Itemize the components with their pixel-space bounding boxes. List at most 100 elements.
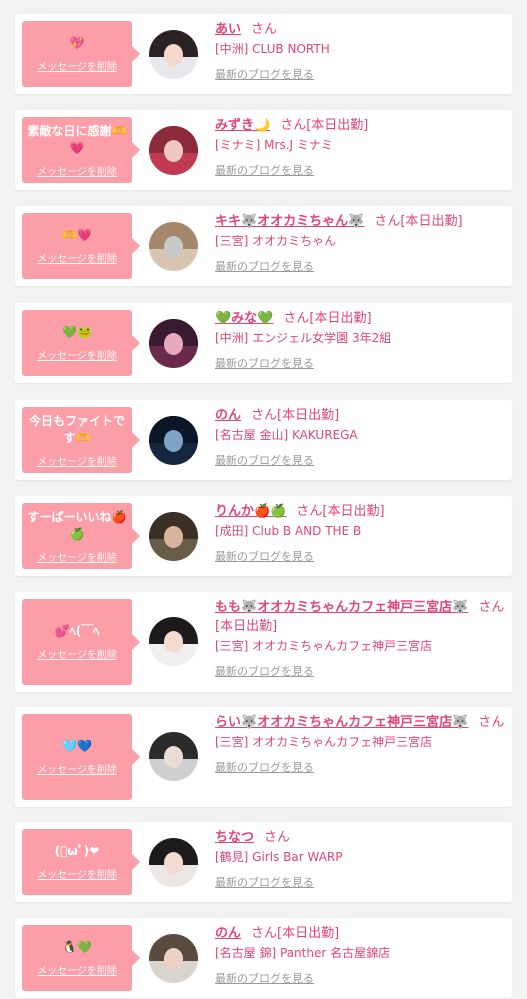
message-card: (ﾟωﾟ)❤ メッセージを削除 ちなつ さん [鶴見] Girls Bar WAR… [15, 822, 512, 902]
cast-name-link[interactable]: ちなつ [215, 830, 254, 845]
name-line: りんか🍎🍏 さん[本日出勤] [215, 502, 506, 521]
status-badge: [本日出勤] [322, 504, 385, 519]
avatar[interactable] [149, 617, 198, 666]
message-text: (ﾟωﾟ)❤ [54, 844, 100, 858]
shop-name: [名古屋 錦] Panther 名古屋錦店 [215, 946, 391, 960]
delete-message-button[interactable]: メッセージを削除 [37, 761, 117, 776]
message-bubble: (ﾟωﾟ)❤ メッセージを削除 [22, 829, 140, 895]
avatar[interactable] [149, 30, 198, 79]
message-text: 💕ﾍ(￣ﾍ [54, 624, 100, 638]
shop-name: [中洲] エンジェル女学園 3年2組 [215, 331, 392, 345]
latest-blog-link[interactable]: 最新のブログを見る [215, 258, 506, 274]
shop-name: [鶴見] Girls Bar WARP [215, 850, 343, 864]
latest-blog-link[interactable]: 最新のブログを見る [215, 874, 506, 890]
delete-message-button[interactable]: メッセージを削除 [37, 163, 117, 178]
latest-blog-link[interactable]: 最新のブログを見る [215, 66, 506, 82]
honorific: さん [251, 926, 278, 941]
name-line: 💚みな💚 さん[本日出勤] [215, 309, 506, 328]
cast-name-link[interactable]: キキ🐺オオカミちゃん🐺 [215, 214, 364, 229]
shop-name: [名古屋 金山] KAKUREGA [215, 428, 358, 442]
delete-message-button[interactable]: メッセージを削除 [37, 962, 117, 977]
message-text: 💚🐸 [62, 325, 92, 339]
avatar[interactable] [149, 512, 198, 561]
avatar[interactable] [149, 838, 198, 887]
avatar[interactable] [149, 416, 198, 465]
honorific: さん [280, 118, 307, 133]
shop-name: [中洲] CLUB NORTH [215, 42, 330, 56]
honorific: さん [296, 504, 323, 519]
delete-message-button[interactable]: メッセージを削除 [37, 453, 117, 468]
cast-name-link[interactable]: らい🐺オオカミちゃんカフェ神戸三宮店🐺 [215, 715, 468, 730]
avatar[interactable] [149, 732, 198, 781]
message-card: すーぱーいいね🍎🍏 メッセージを削除 りんか🍎🍏 さん[本日出勤] [成田] Cl… [15, 496, 512, 576]
message-text: 素敵な日に感謝🫶💗 [27, 123, 127, 155]
honorific: さん [251, 408, 278, 423]
latest-blog-link[interactable]: 最新のブログを見る [215, 452, 506, 468]
status-badge: [本日出勤] [306, 118, 369, 133]
name-line: キキ🐺オオカミちゃん🐺 さん[本日出勤] [215, 212, 506, 231]
name-line: みずき🌙 さん[本日出勤] [215, 116, 506, 135]
delete-message-button[interactable]: メッセージを削除 [37, 866, 117, 881]
message-bubble: 💕ﾍ(￣ﾍ メッセージを削除 [22, 599, 140, 685]
cast-name-link[interactable]: もも🐺オオカミちゃんカフェ神戸三宮店🐺 [215, 600, 468, 615]
message-text: すーぱーいいね🍎🍏 [27, 509, 127, 541]
avatar[interactable] [149, 222, 198, 271]
message-bubble: 💖 メッセージを削除 [22, 21, 140, 87]
latest-blog-link[interactable]: 最新のブログを見る [215, 162, 506, 178]
message-text: 🐧💚 [62, 940, 92, 954]
cast-name-link[interactable]: のん [215, 926, 241, 941]
message-bubble: 今日もファイトです🫶 メッセージを削除 [22, 407, 140, 473]
message-bubble: 🩵💙 メッセージを削除 [22, 714, 140, 800]
latest-blog-link[interactable]: 最新のブログを見る [215, 970, 506, 986]
avatar[interactable] [149, 319, 198, 368]
delete-message-button[interactable]: メッセージを削除 [37, 250, 117, 265]
cast-name-link[interactable]: 💚みな💚 [215, 311, 273, 326]
message-card: 💖 メッセージを削除 あい さん [中洲] CLUB NORTH 最新のブログを見… [15, 14, 512, 94]
message-bubble: 💚🐸 メッセージを削除 [22, 310, 140, 376]
honorific: さん [264, 830, 291, 845]
honorific: さん [478, 600, 505, 615]
honorific: さん [251, 22, 278, 37]
message-bubble: 🐧💚 メッセージを削除 [22, 925, 140, 991]
message-text: 🫶💗 [62, 228, 92, 242]
delete-message-button[interactable]: メッセージを削除 [37, 549, 117, 564]
name-line: あい さん [215, 20, 506, 39]
message-card: 💕ﾍ(￣ﾍ メッセージを削除 もも🐺オオカミちゃんカフェ神戸三宮店🐺 さん [本日出… [15, 592, 512, 692]
latest-blog-link[interactable]: 最新のブログを見る [215, 548, 506, 564]
message-card: 🫶💗 メッセージを削除 キキ🐺オオカミちゃん🐺 さん[本日出勤] [三宮] オオカ… [15, 206, 512, 286]
name-line: らい🐺オオカミちゃんカフェ神戸三宮店🐺 さん [215, 713, 506, 732]
honorific: さん [374, 214, 401, 229]
delete-message-button[interactable]: メッセージを削除 [37, 347, 117, 362]
name-line: のん さん[本日出勤] [215, 924, 506, 943]
message-bubble: 🫶💗 メッセージを削除 [22, 213, 140, 279]
avatar[interactable] [149, 934, 198, 983]
message-card: 🩵💙 メッセージを削除 らい🐺オオカミちゃんカフェ神戸三宮店🐺 さん [三宮] オ… [15, 707, 512, 807]
message-card: 素敵な日に感謝🫶💗 メッセージを削除 みずき🌙 さん[本日出勤] [ミナミ] Mr… [15, 110, 512, 190]
latest-blog-link[interactable]: 最新のブログを見る [215, 759, 506, 775]
status-badge: [本日出勤] [277, 408, 340, 423]
delete-message-button[interactable]: メッセージを削除 [37, 646, 117, 661]
latest-blog-link[interactable]: 最新のブログを見る [215, 663, 506, 679]
cast-name-link[interactable]: りんか🍎🍏 [215, 504, 286, 519]
message-card: 🐧💚 メッセージを削除 のん さん[本日出勤] [名古屋 錦] Panther 名… [15, 918, 512, 998]
name-line: ちなつ さん [215, 828, 506, 847]
latest-blog-link[interactable]: 最新のブログを見る [215, 355, 506, 371]
shop-name: [三宮] オオカミちゃん [215, 234, 337, 248]
message-text: 今日もファイトです🫶 [28, 413, 125, 445]
shop-name: [三宮] オオカミちゃんカフェ神戸三宮店 [215, 735, 433, 749]
avatar[interactable] [149, 126, 198, 175]
cast-name-link[interactable]: のん [215, 408, 241, 423]
message-card: 今日もファイトです🫶 メッセージを削除 のん さん[本日出勤] [名古屋 金山] … [15, 400, 512, 480]
status-badge: [本日出勤] [215, 619, 278, 634]
shop-name: [成田] Club B AND THE B [215, 524, 362, 538]
delete-message-button[interactable]: メッセージを削除 [37, 58, 117, 73]
cast-name-link[interactable]: あい [215, 22, 241, 37]
status-badge: [本日出勤] [400, 214, 463, 229]
cast-name-link[interactable]: みずき🌙 [215, 118, 270, 133]
message-card: 💚🐸 メッセージを削除 💚みな💚 さん[本日出勤] [中洲] エンジェル女学園 3… [15, 303, 512, 383]
message-text: 🩵💙 [62, 739, 92, 753]
status-badge: [本日出勤] [309, 311, 372, 326]
honorific: さん [283, 311, 310, 326]
message-text: 💖 [69, 36, 85, 50]
honorific: さん [478, 715, 505, 730]
